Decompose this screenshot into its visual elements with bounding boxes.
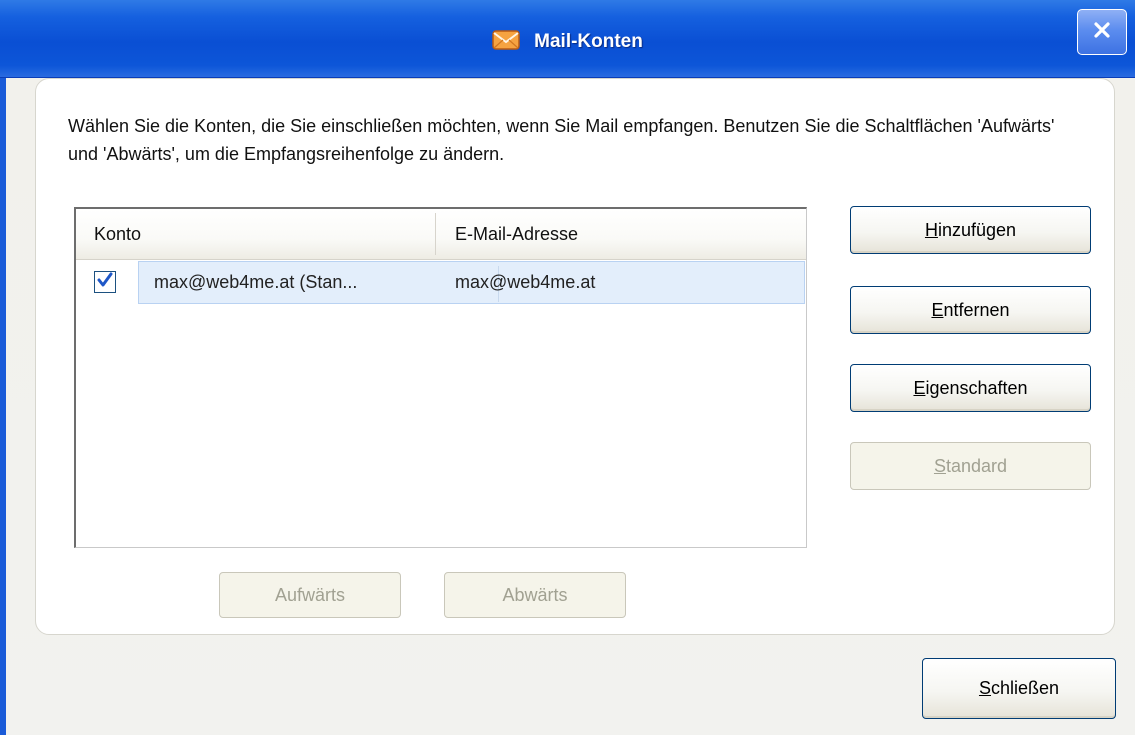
column-header-account[interactable]: Konto: [94, 209, 141, 259]
remove-mnemonic: E: [931, 299, 944, 320]
properties-label: igenschaften: [925, 377, 1028, 398]
remove-label: ntfernen: [943, 299, 1010, 320]
account-name-cell: max@web4me.at (Stan...: [154, 272, 358, 292]
add-mnemonic: H: [924, 219, 938, 240]
properties-button[interactable]: Eigenschaften: [850, 364, 1091, 412]
title-bar[interactable]: Mail-Konten: [0, 0, 1135, 78]
envelope-icon: [492, 29, 520, 56]
standard-mnemonic: S: [933, 455, 946, 476]
column-divider[interactable]: [435, 213, 436, 255]
close-mnemonic: S: [978, 678, 991, 698]
accounts-list[interactable]: Konto E-Mail-Adresse max@web4me.at (Stan…: [74, 207, 807, 548]
close-window-button[interactable]: [1077, 9, 1127, 55]
window-title: Mail-Konten: [534, 31, 643, 52]
move-down-button[interactable]: Abwärts: [444, 572, 626, 618]
account-email-cell: max@web4me.at: [455, 272, 596, 292]
instruction-text: Wählen Sie die Konten, die Sie einschlie…: [68, 116, 1055, 164]
close-label: chließen: [990, 678, 1060, 698]
move-up-button[interactable]: Aufwärts: [219, 572, 401, 618]
title-group: Mail-Konten: [0, 22, 1135, 62]
close-icon: [1092, 20, 1112, 45]
close-button[interactable]: Schließen: [922, 658, 1116, 719]
mail-accounts-dialog: Mail-Konten Wählen Sie die Konten, die S…: [0, 0, 1135, 735]
standard-label: tandard: [945, 455, 1008, 476]
add-label: inzufügen: [937, 219, 1017, 240]
list-header: Konto E-Mail-Adresse: [76, 209, 806, 260]
checkmark-icon: [96, 271, 114, 294]
properties-mnemonic: E: [913, 377, 926, 398]
add-button[interactable]: Hinzufügen: [850, 206, 1091, 254]
account-row[interactable]: max@web4me.at (Stan... max@web4me.at: [76, 261, 806, 307]
remove-button[interactable]: Entfernen: [850, 286, 1091, 334]
column-header-email[interactable]: E-Mail-Adresse: [455, 209, 578, 259]
standard-button[interactable]: Standard: [850, 442, 1091, 490]
account-checkbox[interactable]: [94, 271, 116, 293]
